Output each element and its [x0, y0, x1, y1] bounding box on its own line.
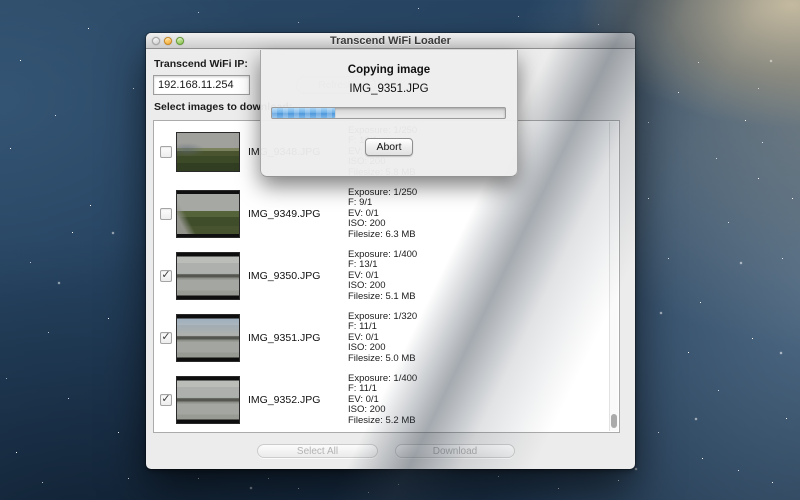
exif-exposure: Exposure: 1/320	[348, 312, 417, 323]
exif-filesize: Filesize: 6.3 MB	[348, 230, 417, 241]
exif-exposure: Exposure: 1/400	[348, 250, 417, 261]
app-window: Transcend WiFi Loader Transcend WiFi IP:…	[146, 33, 635, 469]
image-exif: Exposure: 1/400 F: 11/1 EV: 0/1 ISO: 200…	[348, 374, 417, 427]
star-field	[0, 0, 1, 1]
star-field-bright	[0, 0, 2, 2]
image-thumbnail	[176, 132, 240, 172]
exif-exposure: Exposure: 1/400	[348, 374, 417, 385]
desktop-wallpaper: Transcend WiFi Loader Transcend WiFi IP:…	[0, 0, 800, 500]
image-exif: Exposure: 1/400 F: 13/1 EV: 0/1 ISO: 200…	[348, 250, 417, 303]
select-all-button[interactable]: Select All	[257, 444, 378, 458]
image-row: ✓ IMG_9352.JPG Exposure: 1/400 F: 11/1 E…	[154, 369, 619, 431]
exif-ev: EV: 0/1	[348, 209, 417, 220]
copy-progress-sheet: Copying image IMG_9351.JPG Abort	[260, 50, 518, 177]
image-filename: IMG_9351.JPG	[248, 332, 340, 344]
image-checkbox[interactable]: ✓	[160, 270, 172, 282]
image-exif: Exposure: 1/320 F: 11/1 EV: 0/1 ISO: 200…	[348, 312, 417, 365]
image-row: ✓ IMG_9351.JPG Exposure: 1/320 F: 11/1 E…	[154, 307, 619, 369]
exif-iso: ISO: 200	[348, 405, 417, 416]
image-thumbnail	[176, 190, 240, 238]
exif-ev: EV: 0/1	[348, 271, 417, 282]
image-thumbnail	[176, 376, 240, 424]
sheet-title: Copying image	[261, 64, 517, 76]
check-mark: ✓	[161, 394, 170, 404]
exif-ev: EV: 0/1	[348, 395, 417, 406]
exif-ev: EV: 0/1	[348, 333, 417, 344]
progress-fill	[272, 108, 335, 118]
exif-fstop: F: 9/1	[348, 198, 417, 209]
exif-iso: ISO: 200	[348, 281, 417, 292]
progress-bar	[271, 107, 506, 119]
exif-fstop: F: 13/1	[348, 260, 417, 271]
zoom-button[interactable]	[176, 37, 184, 45]
exif-exposure: Exposure: 1/250	[348, 188, 417, 199]
exif-filesize: Filesize: 5.1 MB	[348, 292, 417, 303]
sheet-filename: IMG_9351.JPG	[261, 83, 517, 95]
image-checkbox[interactable]	[160, 208, 172, 220]
scrollbar-track[interactable]	[609, 122, 618, 431]
image-row: ✓ IMG_9350.JPG Exposure: 1/400 F: 13/1 E…	[154, 245, 619, 307]
exif-fstop: F: 11/1	[348, 384, 417, 395]
image-row: IMG_9349.JPG Exposure: 1/250 F: 9/1 EV: …	[154, 183, 619, 245]
image-filename: IMG_9349.JPG	[248, 208, 340, 220]
window-title: Transcend WiFi Loader	[146, 35, 635, 47]
close-button[interactable]	[152, 37, 160, 45]
exif-filesize: Filesize: 5.2 MB	[348, 416, 417, 427]
exif-fstop: F: 11/1	[348, 322, 417, 333]
image-checkbox[interactable]: ✓	[160, 394, 172, 406]
download-button[interactable]: Download	[395, 444, 515, 458]
ip-input[interactable]	[153, 75, 250, 95]
ip-label: Transcend WiFi IP:	[154, 58, 248, 70]
traffic-lights	[152, 37, 184, 45]
image-checkbox[interactable]	[160, 146, 172, 158]
image-exif: Exposure: 1/250 F: 9/1 EV: 0/1 ISO: 200 …	[348, 188, 417, 241]
window-titlebar[interactable]: Transcend WiFi Loader	[146, 33, 635, 49]
image-thumbnail	[176, 252, 240, 300]
exif-iso: ISO: 200	[348, 219, 417, 230]
check-mark: ✓	[161, 332, 170, 342]
check-mark: ✓	[161, 270, 170, 280]
scrollbar-thumb[interactable]	[611, 414, 617, 428]
image-checkbox[interactable]: ✓	[160, 332, 172, 344]
minimize-button[interactable]	[164, 37, 172, 45]
exif-filesize: Filesize: 5.0 MB	[348, 354, 417, 365]
image-filename: IMG_9350.JPG	[248, 270, 340, 282]
abort-button[interactable]: Abort	[365, 138, 413, 156]
exif-iso: ISO: 200	[348, 343, 417, 354]
image-filename: IMG_9352.JPG	[248, 394, 340, 406]
image-thumbnail	[176, 314, 240, 362]
